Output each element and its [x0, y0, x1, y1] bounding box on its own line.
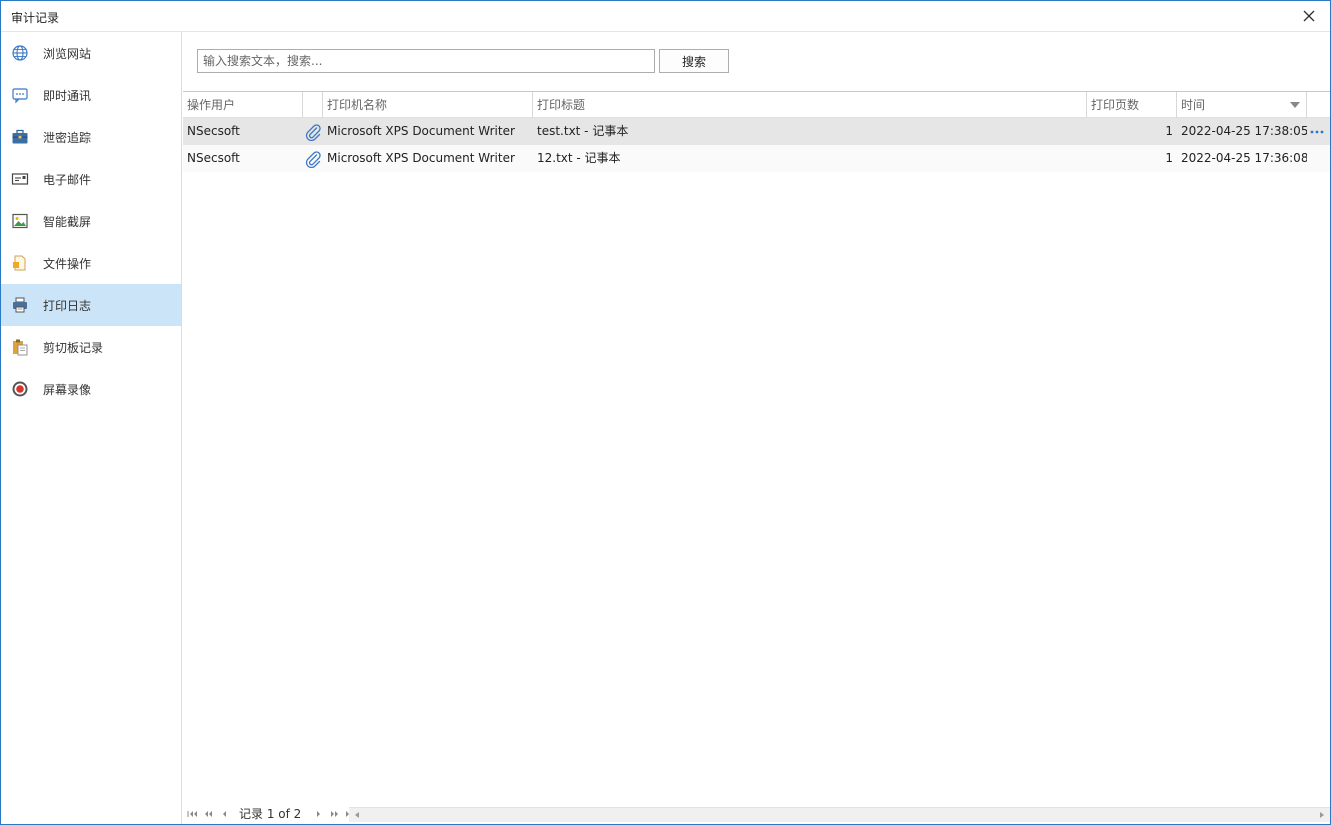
- cell-user: NSecsoft: [187, 151, 240, 165]
- prev-page-group-icon[interactable]: [202, 808, 215, 820]
- column-header-time-label: 时间: [1181, 98, 1206, 112]
- horizontal-scrollbar[interactable]: [349, 807, 1330, 822]
- clipboard-icon: [13, 339, 28, 356]
- file-icon: [13, 255, 26, 271]
- sidebar-item-label: 浏览网站: [43, 46, 92, 61]
- sidebar-item-clipboard[interactable]: 剪切板记录: [1, 326, 181, 368]
- sort-descending-icon: [1290, 102, 1300, 108]
- scroll-left-icon[interactable]: [351, 810, 363, 820]
- pager-status: 记录 1 of 2: [239, 807, 302, 821]
- paperclip-icon[interactable]: [304, 123, 322, 141]
- search-input[interactable]: [197, 49, 655, 73]
- screenshot-icon: [12, 213, 28, 229]
- search-button[interactable]: 搜索: [659, 49, 729, 73]
- sidebar-item-label: 剪切板记录: [43, 340, 104, 355]
- cell-printer: Microsoft XPS Document Writer: [327, 151, 515, 165]
- next-page-icon[interactable]: [312, 808, 325, 820]
- chat-icon: [12, 88, 28, 104]
- cell-user: NSecsoft: [187, 124, 240, 138]
- table-row[interactable]: NSecsoft Microsoft XPS Document Writer t…: [183, 118, 1330, 145]
- cell-pages: 1: [1165, 151, 1173, 165]
- sidebar-item-file-operation[interactable]: 文件操作: [1, 242, 181, 284]
- audit-log-window: 审计记录 浏览网站 即时通讯 泄密追踪 电子邮件 智能截屏 文件操作 打印日志 …: [0, 0, 1331, 825]
- table-row[interactable]: NSecsoft Microsoft XPS Document Writer 1…: [183, 145, 1330, 172]
- column-header-pages[interactable]: 打印页数: [1087, 92, 1177, 118]
- prev-page-icon[interactable]: [218, 808, 231, 820]
- sidebar-item-label: 智能截屏: [43, 214, 92, 229]
- sidebar: 浏览网站 即时通讯 泄密追踪 电子邮件 智能截屏 文件操作 打印日志 剪切板记录…: [1, 32, 182, 824]
- sidebar-item-instant-message[interactable]: 即时通讯: [1, 74, 181, 116]
- pager: 记录 1 of 2: [183, 804, 1330, 823]
- column-header-time[interactable]: 时间: [1177, 92, 1307, 118]
- cell-time: 2022-04-25 17:38:05: [1181, 124, 1307, 138]
- cell-title: test.txt - 记事本: [537, 124, 629, 138]
- cell-pages: 1: [1165, 124, 1173, 138]
- column-header-title[interactable]: 打印标题: [533, 92, 1087, 118]
- column-header-attachment[interactable]: [303, 92, 323, 118]
- record-icon: [12, 381, 28, 397]
- scroll-right-icon[interactable]: [1316, 810, 1328, 820]
- sidebar-item-label: 泄密追踪: [43, 130, 92, 145]
- sidebar-item-label: 屏幕录像: [43, 382, 92, 397]
- close-icon[interactable]: [1300, 7, 1318, 25]
- globe-icon: [12, 45, 28, 61]
- table-header: 操作用户 打印机名称 打印标题 打印页数 时间: [183, 91, 1330, 118]
- title-bar: 审计记录: [1, 1, 1330, 32]
- briefcase-icon: [12, 129, 28, 144]
- first-page-icon[interactable]: [186, 808, 199, 820]
- column-header-user[interactable]: 操作用户: [183, 92, 303, 118]
- more-options-icon[interactable]: [1309, 126, 1325, 138]
- main-panel: 搜索 操作用户 打印机名称 打印标题 打印页数 时间 NSecsoft Micr…: [183, 32, 1330, 824]
- sidebar-item-label: 文件操作: [43, 256, 92, 271]
- sidebar-item-label: 打印日志: [43, 298, 92, 313]
- sidebar-item-browse-web[interactable]: 浏览网站: [1, 32, 181, 74]
- sidebar-item-print-log[interactable]: 打印日志: [1, 284, 181, 326]
- print-log-table: 操作用户 打印机名称 打印标题 打印页数 时间 NSecsoft Microso…: [183, 91, 1330, 172]
- sidebar-item-screen-record[interactable]: 屏幕录像: [1, 368, 181, 410]
- sidebar-item-email[interactable]: 电子邮件: [1, 158, 181, 200]
- sidebar-item-label: 电子邮件: [43, 172, 92, 187]
- sidebar-item-smart-screenshot[interactable]: 智能截屏: [1, 200, 181, 242]
- window-title: 审计记录: [11, 11, 60, 25]
- paperclip-icon[interactable]: [304, 150, 322, 168]
- column-header-printer[interactable]: 打印机名称: [323, 92, 533, 118]
- cell-printer: Microsoft XPS Document Writer: [327, 124, 515, 138]
- cell-time: 2022-04-25 17:36:08: [1181, 151, 1307, 165]
- cell-title: 12.txt - 记事本: [537, 151, 621, 165]
- email-icon: [11, 173, 29, 185]
- sidebar-item-leak-tracking[interactable]: 泄密追踪: [1, 116, 181, 158]
- next-page-group-icon[interactable]: [328, 808, 341, 820]
- sidebar-item-label: 即时通讯: [43, 88, 92, 103]
- printer-icon: [13, 297, 27, 313]
